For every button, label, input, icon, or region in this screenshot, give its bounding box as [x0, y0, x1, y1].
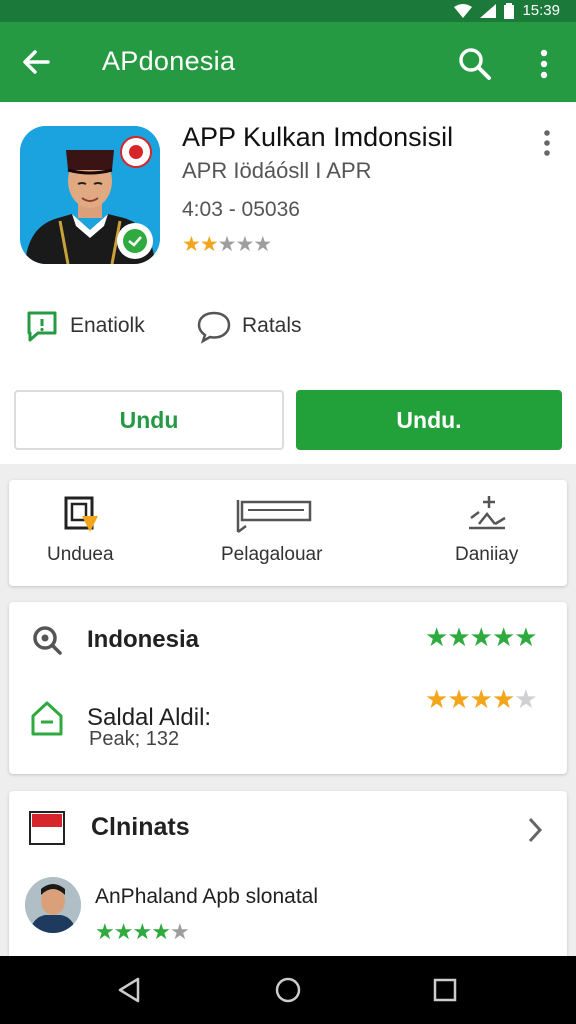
app-developer[interactable]: APR Iödáósll I APR: [182, 158, 372, 184]
star-filled-icon: ★: [425, 622, 448, 652]
app-name: APP Kulkan Imdonsisil: [182, 122, 454, 152]
rating-row-title: Indonesia: [87, 626, 200, 653]
ticket-icon: [236, 500, 311, 533]
star-filled-icon: ★: [199, 233, 219, 256]
status-bar: 15:39: [0, 0, 576, 22]
app-version: 4:03 - 05036: [182, 198, 300, 221]
sparkle-icon: [468, 496, 506, 530]
ratings-card: Indonesia ★★★★★ Saldal Aldil: Peak; 132 …: [9, 602, 567, 774]
avatar: [25, 877, 81, 933]
overflow-menu-icon[interactable]: [528, 44, 560, 84]
wifi-icon: [454, 3, 473, 18]
star-filled-icon: ★: [151, 919, 171, 944]
rating-row-subtitle: Peak; 132: [89, 728, 180, 750]
secondary-download-button[interactable]: Undu: [14, 390, 284, 450]
star-empty-icon: ★: [217, 233, 237, 256]
app-rating-stars: ★★★★★: [182, 232, 272, 257]
nav-home-icon[interactable]: [274, 976, 302, 1004]
star-filled-icon: ★: [514, 622, 537, 652]
star-filled-icon: ★: [95, 919, 115, 944]
similar-app-name[interactable]: AnPhaland Apb slonatal: [95, 885, 318, 909]
star-filled-icon: ★: [425, 684, 448, 714]
action-sparkle[interactable]: Daniiay: [455, 494, 518, 566]
install-icon: [64, 496, 99, 532]
action-ticket[interactable]: Pelagalouar: [221, 494, 322, 566]
rating-row-stars: ★★★★★: [425, 622, 538, 653]
similar-app-stars: ★★★★★: [95, 919, 190, 945]
chat-bubble-icon: [197, 311, 231, 344]
navigation-bar: [0, 956, 576, 1024]
meta-reviews[interactable]: Ratals: [196, 308, 302, 344]
app-header: APP Kulkan Imdonsisil APR Iödáósll I APR…: [0, 102, 576, 464]
flag-icon: [29, 811, 65, 845]
install-button[interactable]: Undu.: [296, 390, 562, 450]
signal-icon: [480, 3, 497, 18]
action-install-label: Unduea: [47, 544, 114, 565]
rating-row-stars: ★★★★★: [425, 684, 538, 715]
star-filled-icon: ★: [182, 233, 201, 256]
header-overflow-icon[interactable]: [536, 128, 558, 158]
nav-back-icon[interactable]: [116, 976, 142, 1004]
search-icon: [33, 626, 62, 655]
star-empty-icon: ★: [514, 684, 537, 714]
home-icon: [31, 701, 63, 736]
star-empty-icon: ★: [235, 233, 254, 256]
feedback-icon: [27, 311, 57, 342]
star-filled-icon: ★: [469, 622, 493, 652]
chevron-right-icon[interactable]: [525, 815, 545, 845]
back-arrow-icon[interactable]: [18, 44, 54, 80]
star-filled-icon: ★: [113, 919, 134, 944]
rating-row[interactable]: Indonesia: [29, 622, 199, 658]
star-filled-icon: ★: [447, 622, 470, 652]
star-filled-icon: ★: [447, 684, 470, 714]
meta-feedback-label: Enatiolk: [70, 314, 145, 337]
search-icon[interactable]: [455, 44, 495, 84]
similar-apps-card: Clninats AnPhaland Apb slonatal ★★★★★: [9, 791, 567, 963]
action-sparkle-label: Daniiay: [455, 544, 519, 565]
star-filled-icon: ★: [491, 622, 515, 652]
star-empty-icon: ★: [253, 233, 272, 256]
similar-apps-title: Clninats: [91, 813, 190, 841]
star-filled-icon: ★: [491, 684, 515, 714]
actions-card: Unduea Pelagalouar Daniiay: [9, 480, 567, 586]
meta-reviews-label: Ratals: [242, 314, 302, 337]
meta-feedback[interactable]: Enatiolk: [24, 308, 145, 344]
star-filled-icon: ★: [132, 919, 152, 944]
star-empty-icon: ★: [169, 919, 190, 944]
star-filled-icon: ★: [469, 684, 493, 714]
verified-badge-icon: [117, 223, 153, 259]
app-bar-title: APdonesia: [102, 46, 236, 76]
status-time: 15:39: [522, 2, 560, 19]
battery-icon: [504, 2, 515, 19]
action-install[interactable]: Unduea: [47, 494, 114, 566]
nav-recents-icon[interactable]: [432, 976, 458, 1004]
app-bar: APdonesia: [0, 22, 576, 102]
action-ticket-label: Pelagalouar: [221, 544, 323, 565]
